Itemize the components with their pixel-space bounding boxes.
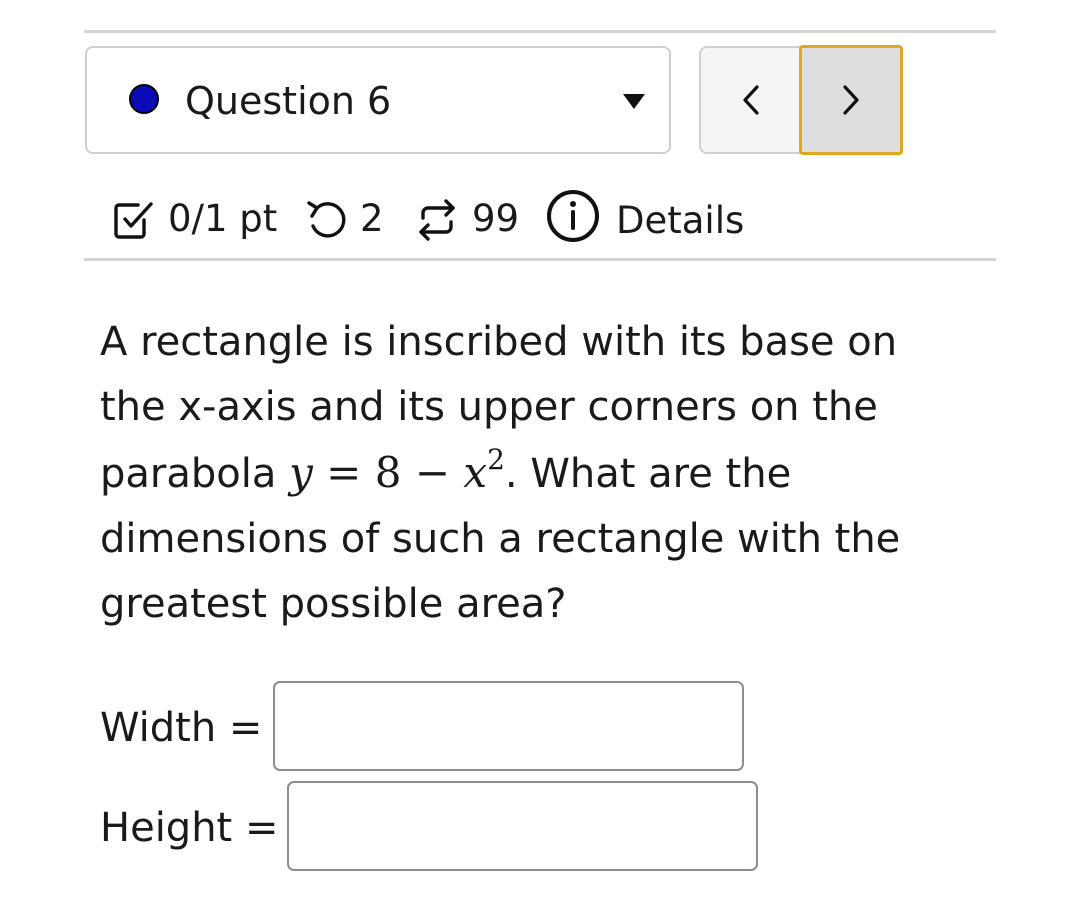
math-variable-y: y (289, 448, 313, 497)
question-status-dot (129, 84, 159, 114)
question-text-segment: parabola (100, 451, 290, 497)
details-button[interactable]: Details (545, 188, 775, 252)
score-text: 0/1 pt (168, 197, 278, 240)
question-line: dimensions of such a rectangle with the (100, 516, 901, 562)
math-minus: − (414, 448, 451, 497)
width-label: Width = (100, 705, 263, 751)
retries-indicator: 2 (305, 188, 395, 252)
math-constant: 8 (374, 448, 402, 497)
chevron-right-icon (843, 85, 859, 115)
height-label: Height = (100, 805, 279, 851)
checkbox-icon (114, 202, 153, 239)
question-status-bar: 0/1 pt 2 99 Details (110, 188, 810, 252)
details-label: Details (616, 199, 745, 242)
undo-icon (307, 201, 346, 238)
question-text-segment: . What are the (504, 451, 792, 497)
question-line: parabola y = 8 − x2. What are the (100, 440, 980, 507)
caret-down-icon (623, 94, 645, 109)
math-exponent: 2 (487, 443, 505, 476)
chevron-left-icon (743, 85, 759, 115)
attempts-indicator: 99 (415, 188, 535, 252)
previous-question-button[interactable] (699, 46, 801, 154)
math-variable-x: x (463, 448, 488, 497)
question-line: the x-axis and its upper corners on the (100, 384, 878, 430)
math-equals: = (326, 448, 362, 497)
status-divider (84, 258, 996, 261)
info-icon (547, 190, 599, 242)
height-input[interactable] (287, 781, 758, 871)
repeat-icon (419, 199, 455, 241)
question-line: A rectangle is inscribed with its base o… (100, 319, 898, 365)
attempts-count: 99 (472, 197, 520, 240)
top-divider (84, 30, 996, 33)
question-select[interactable]: Question 6 (85, 46, 671, 154)
next-question-button[interactable] (799, 45, 903, 155)
width-input[interactable] (273, 681, 744, 771)
question-navigation (699, 45, 903, 156)
question-title: Question 6 (185, 79, 392, 123)
retries-count: 2 (360, 197, 384, 240)
parabola-equation: y = 8 − x2 (289, 446, 505, 498)
question-line: greatest possible area? (100, 581, 567, 627)
question-text: A rectangle is inscribed with its base o… (100, 310, 980, 637)
score-indicator: 0/1 pt (110, 188, 285, 252)
